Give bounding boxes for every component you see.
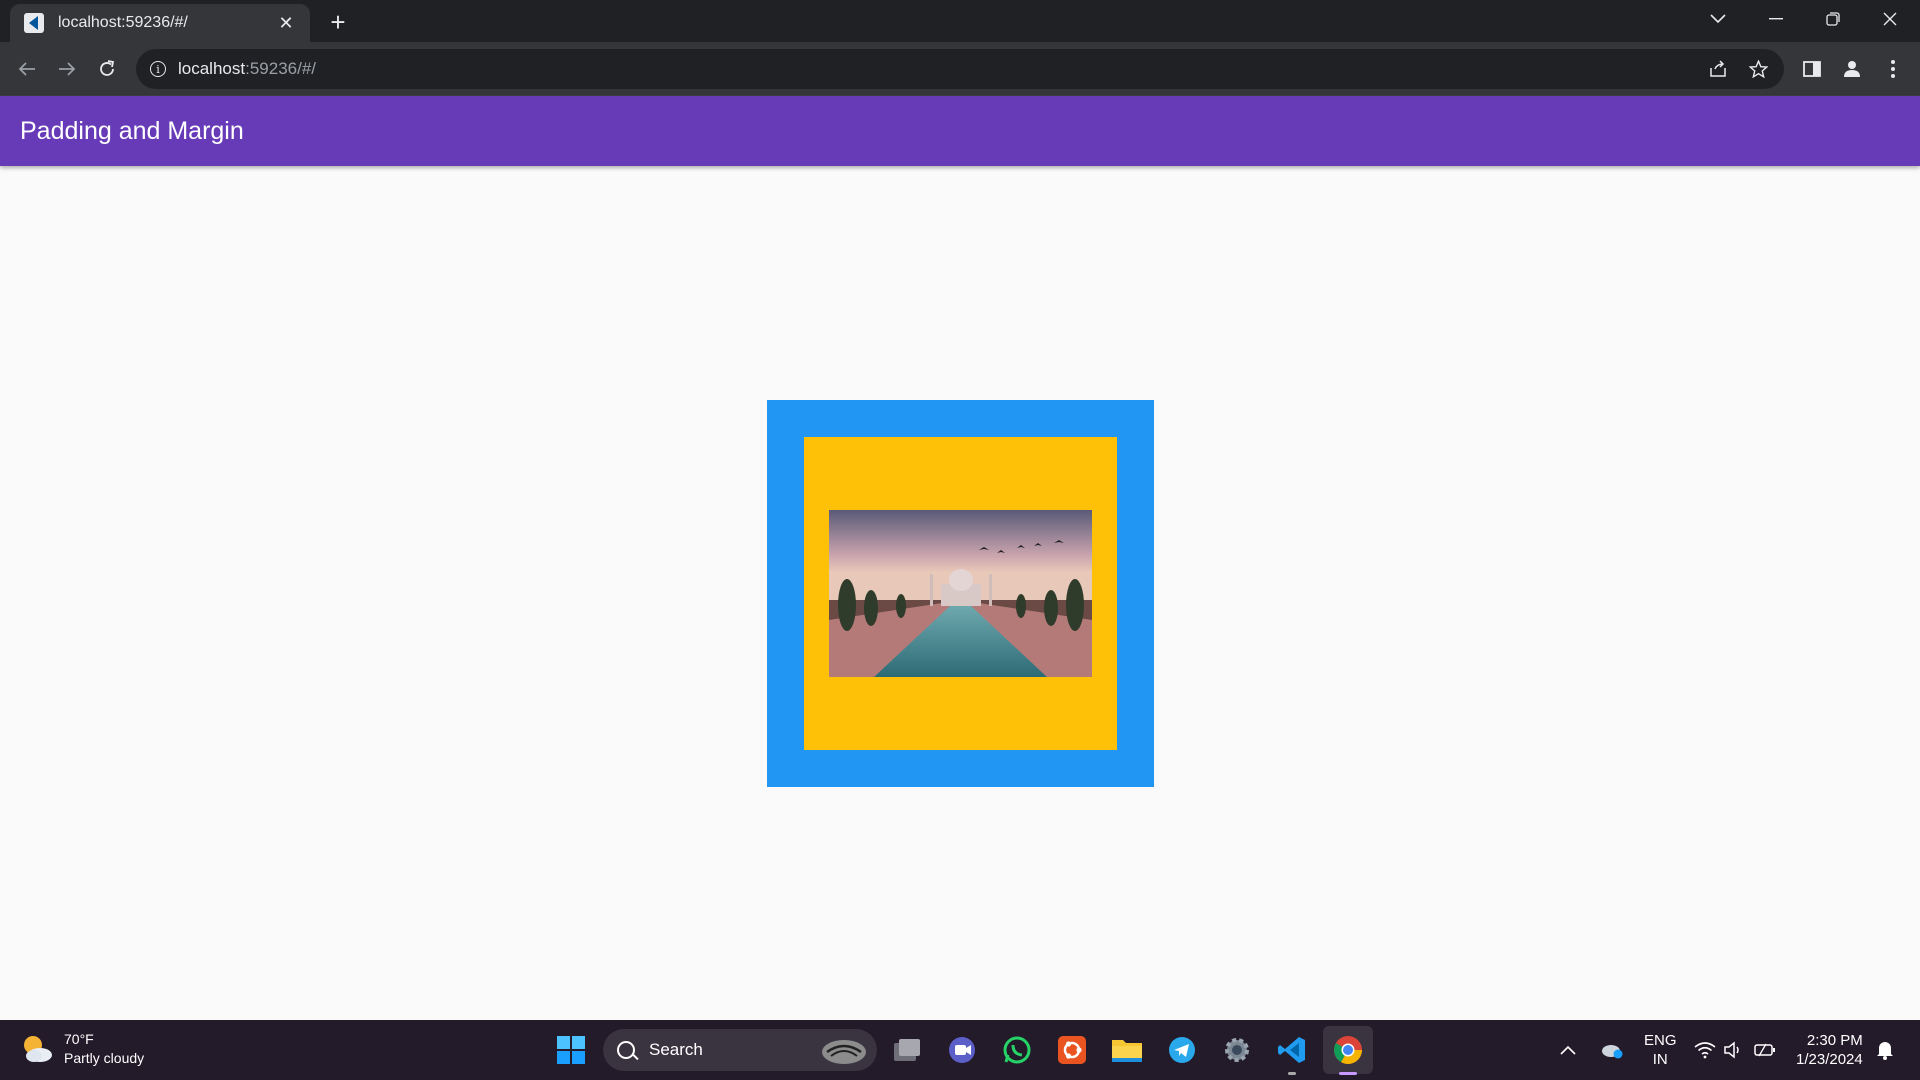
clock-time: 2:30 PM [1806, 1032, 1863, 1049]
clock[interactable]: 2:30 PM 1/23/2024 [1796, 1020, 1863, 1080]
bookmark-star-icon[interactable] [1746, 57, 1770, 81]
share-icon[interactable] [1706, 57, 1730, 81]
battery-icon[interactable] [1754, 1020, 1776, 1080]
taj-mahal-image [829, 510, 1092, 677]
telegram-icon[interactable] [1164, 1032, 1200, 1068]
teams-chat-icon[interactable] [944, 1032, 980, 1068]
address-bar[interactable]: i localhost:59236/#/ [136, 49, 1784, 89]
profile-avatar-icon[interactable] [1838, 55, 1866, 83]
language-indicator[interactable]: ENG IN [1644, 1020, 1677, 1080]
url-host: localhost [178, 59, 246, 78]
close-window-button[interactable] [1862, 0, 1918, 38]
forward-button[interactable] [51, 53, 83, 85]
minimize-button[interactable] [1748, 0, 1804, 38]
browser-tabstrip: localhost:59236/#/ ✕ + [0, 0, 1920, 42]
chrome-icon[interactable] [1330, 1032, 1366, 1068]
side-panel-icon[interactable] [1798, 55, 1826, 83]
onedrive-cloud-icon[interactable] [1600, 1020, 1624, 1080]
restore-button[interactable] [1805, 0, 1861, 38]
lang-top: ENG [1644, 1032, 1677, 1049]
tab-search-chevron-icon[interactable] [1690, 0, 1746, 38]
browser-tab[interactable]: localhost:59236/#/ ✕ [10, 4, 310, 42]
lang-bottom: IN [1652, 1051, 1668, 1068]
settings-gear-icon[interactable] [1219, 1032, 1255, 1068]
task-view-icon[interactable] [889, 1032, 925, 1068]
partly-cloudy-icon [20, 1032, 54, 1066]
weather-desc: Partly cloudy [64, 1050, 145, 1066]
show-hidden-icons-chevron[interactable] [1560, 1020, 1576, 1080]
back-button[interactable] [11, 53, 43, 85]
file-explorer-icon[interactable] [1109, 1032, 1145, 1068]
search-highlight-icon [817, 1034, 871, 1071]
volume-icon[interactable] [1723, 1020, 1743, 1080]
windows-taskbar: 70°F Partly cloudy Search ENG IN 2:30 PM… [0, 1020, 1920, 1080]
notification-bell-icon[interactable] [1876, 1020, 1894, 1080]
weather-widget[interactable]: 70°F Partly cloudy [20, 1030, 144, 1068]
vscode-running-indicator [1288, 1072, 1296, 1075]
url-path: :59236/#/ [245, 59, 317, 78]
browser-toolbar: i localhost:59236/#/ [0, 42, 1920, 96]
start-button[interactable] [553, 1032, 589, 1068]
whatsapp-icon[interactable] [999, 1032, 1035, 1068]
taskbar-search[interactable]: Search [603, 1029, 877, 1071]
outer-blue-container [767, 400, 1154, 787]
new-tab-button[interactable]: + [322, 6, 354, 38]
clock-date: 1/23/2024 [1796, 1051, 1863, 1068]
search-icon [617, 1041, 635, 1059]
chrome-active-indicator [1339, 1072, 1357, 1075]
weather-temp: 70°F [64, 1031, 94, 1047]
search-label: Search [649, 1040, 703, 1059]
ubuntu-icon[interactable] [1054, 1032, 1090, 1068]
flutter-favicon-icon [24, 13, 44, 33]
wifi-icon[interactable] [1694, 1020, 1716, 1080]
more-menu-icon[interactable] [1879, 55, 1907, 83]
vscode-icon[interactable] [1274, 1032, 1310, 1068]
app-title: Padding and Margin [20, 116, 244, 145]
site-info-icon[interactable]: i [150, 61, 166, 77]
reload-button[interactable] [91, 53, 123, 85]
close-tab-icon[interactable]: ✕ [274, 11, 298, 35]
app-bar: Padding and Margin [0, 96, 1920, 166]
tab-title: localhost:59236/#/ [58, 14, 188, 31]
inner-amber-container [804, 437, 1117, 750]
